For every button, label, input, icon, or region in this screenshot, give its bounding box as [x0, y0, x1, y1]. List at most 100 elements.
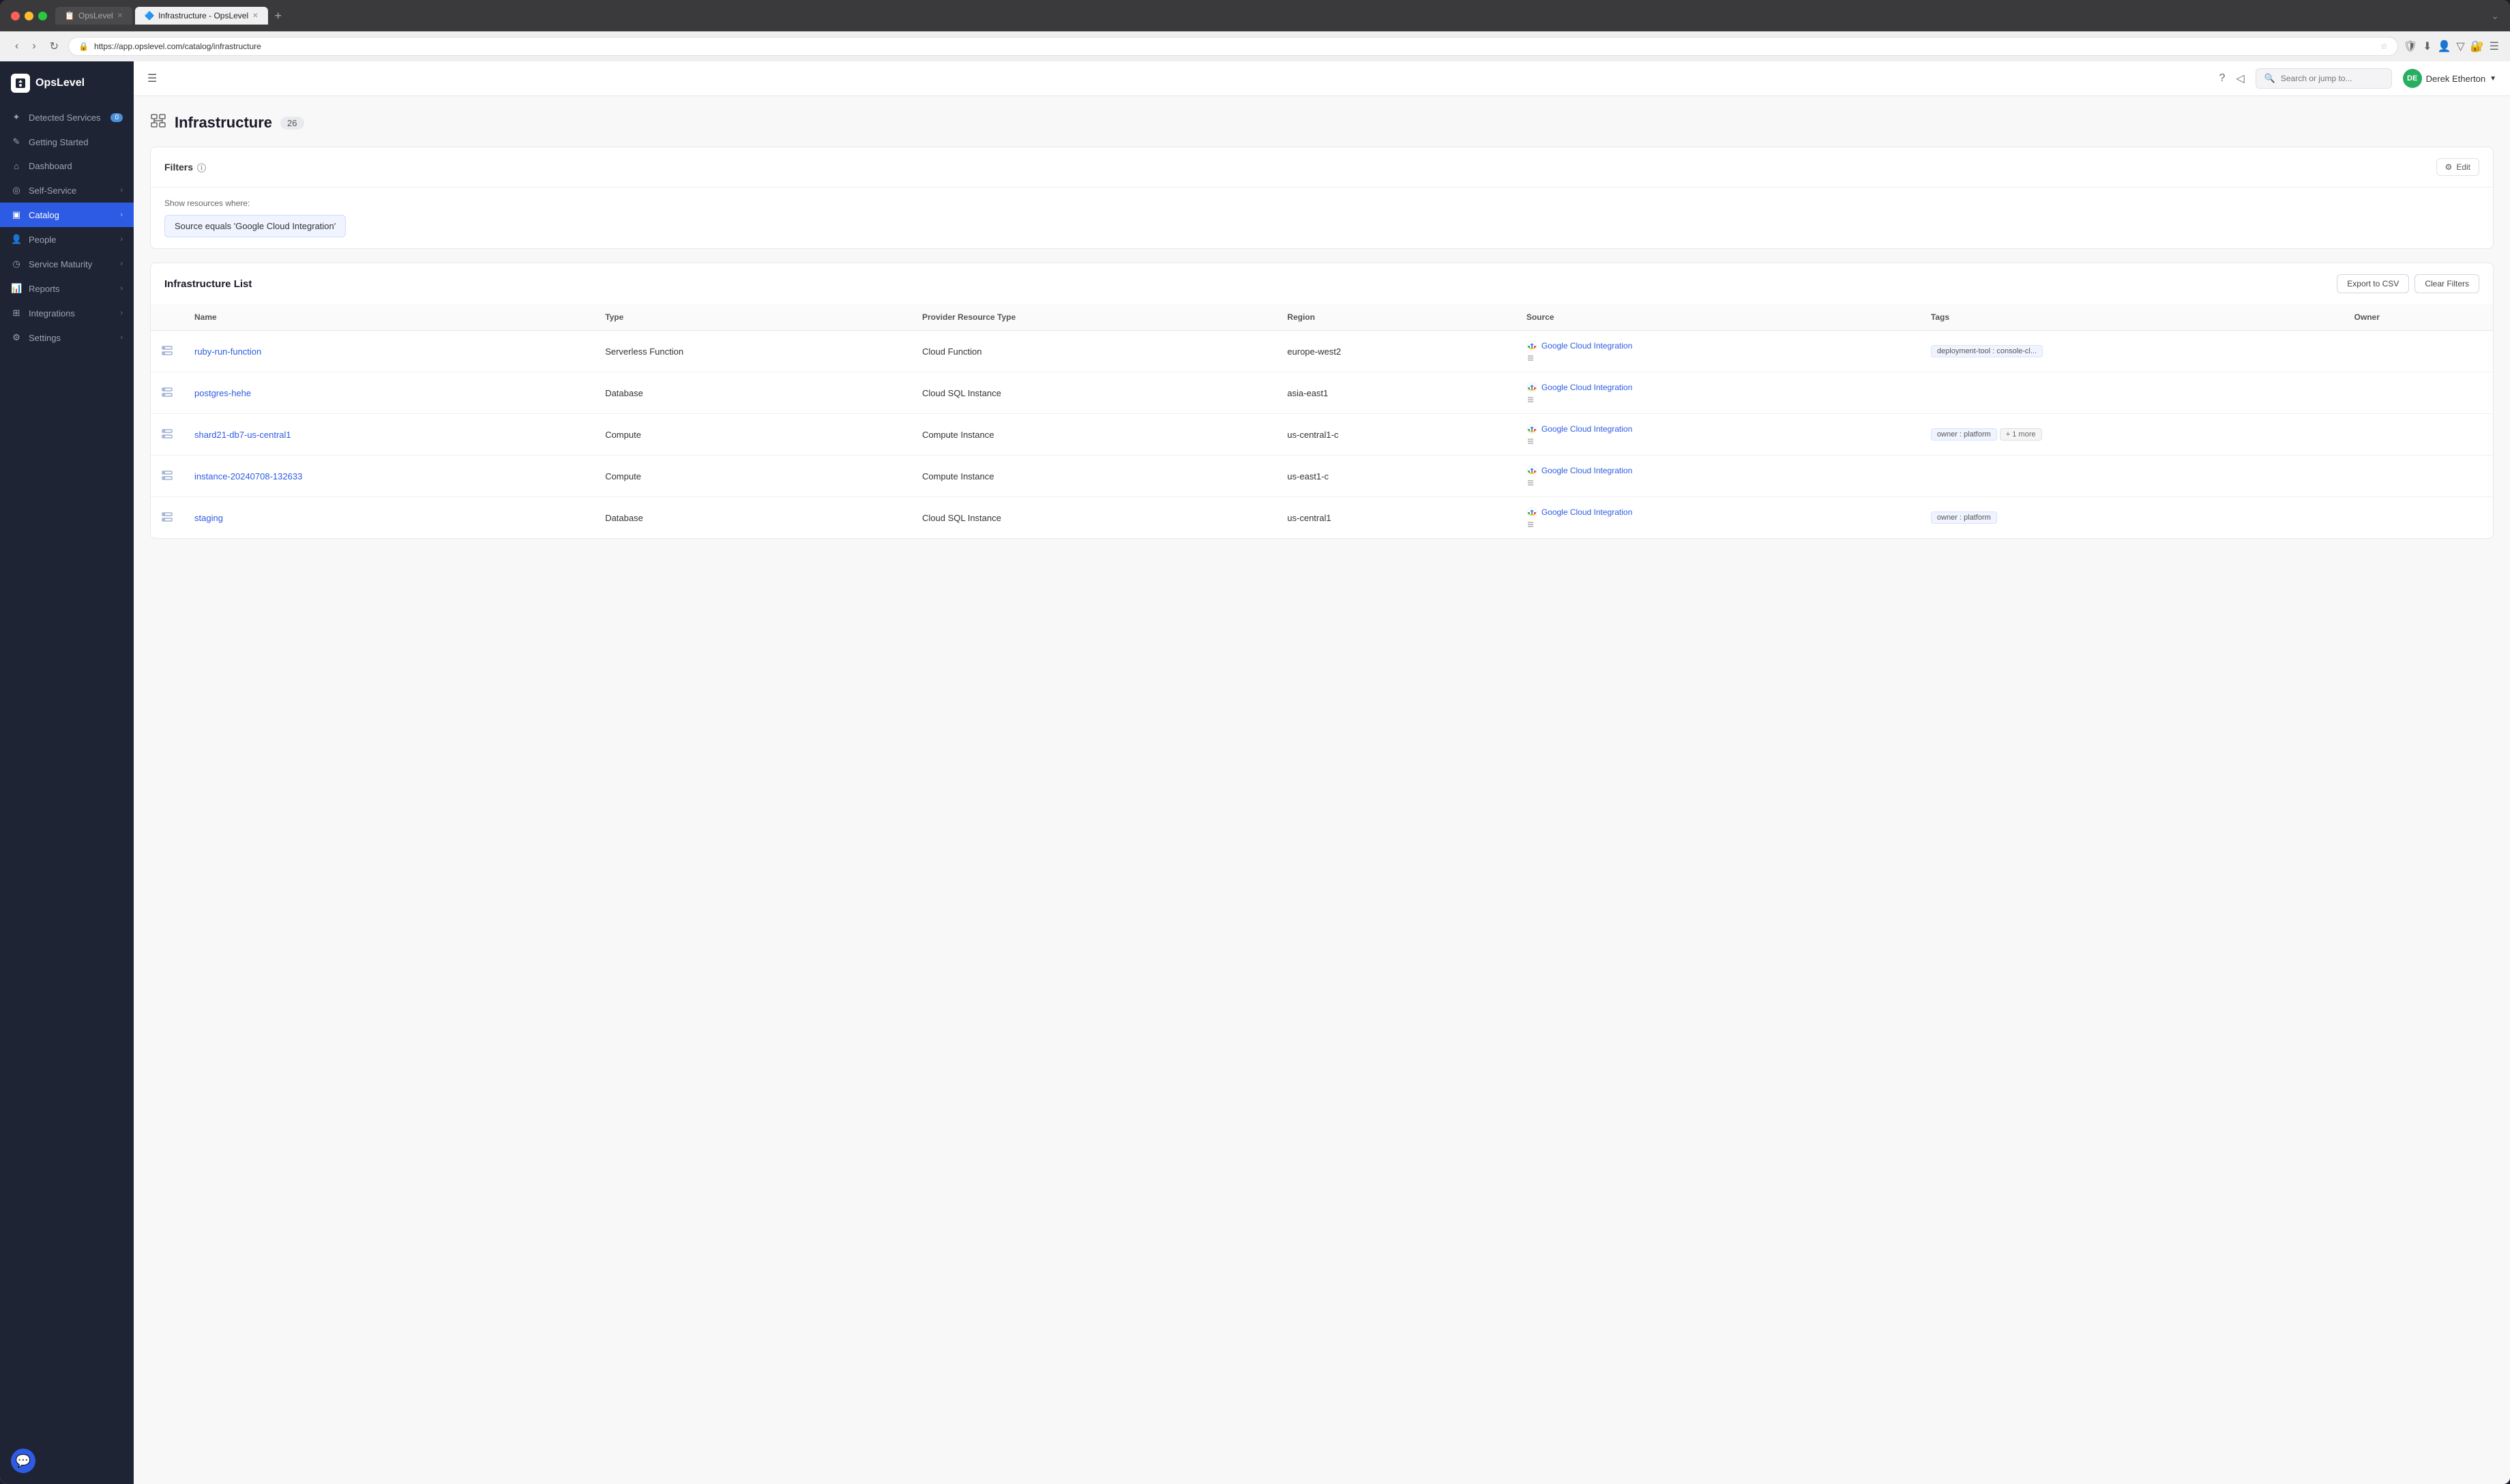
security2-icon: 🔐 — [2470, 40, 2484, 53]
filter-show-label: Show resources where: — [164, 198, 2479, 208]
sidebar-item-service-maturity[interactable]: ◷ Service Maturity › — [0, 252, 134, 276]
col-provider-resource-type: Provider Resource Type — [911, 304, 1276, 331]
sidebar-item-self-service[interactable]: ◎ Self-Service › — [0, 178, 134, 203]
chat-button[interactable]: 💬 — [11, 1449, 35, 1473]
edit-filters-button[interactable]: ⚙ Edit — [2436, 158, 2479, 176]
sidebar-item-reports[interactable]: 📊 Reports › — [0, 276, 134, 301]
source-sub — [1526, 354, 1909, 362]
info-icon: ⓘ — [197, 161, 206, 174]
hamburger-menu-icon[interactable]: ☰ — [147, 72, 157, 85]
cell-provider-resource-type: Cloud Function — [911, 331, 1276, 372]
col-type: Type — [594, 304, 911, 331]
resource-name-link[interactable]: ruby-run-function — [194, 346, 261, 357]
cell-name: postgres-hehe — [183, 372, 594, 414]
resource-name-link[interactable]: staging — [194, 513, 223, 523]
col-source: Source — [1516, 304, 1920, 331]
resource-name-link[interactable]: instance-20240708-132633 — [194, 471, 302, 481]
minimize-button[interactable] — [25, 12, 33, 20]
cell-provider-resource-type: Cloud SQL Instance — [911, 497, 1276, 539]
source-name-link[interactable]: Google Cloud Integration — [1526, 424, 1909, 434]
tag-pill: owner : platform — [1931, 428, 1997, 441]
sidebar-item-getting-started[interactable]: ✎ Getting Started — [0, 130, 134, 154]
cell-provider-resource-type: Cloud SQL Instance — [911, 372, 1276, 414]
sidebar-item-settings[interactable]: ⚙ Settings › — [0, 325, 134, 350]
page-count: 26 — [280, 117, 304, 130]
clear-filters-button[interactable]: Clear Filters — [2415, 274, 2479, 293]
cell-source: Google Cloud Integration — [1516, 414, 1920, 456]
page-title: Infrastructure — [175, 114, 272, 132]
top-bar: ☰ ? ◁ 🔍 DE Derek Etherton ▼ — [134, 61, 2510, 96]
menu-icon[interactable]: ☰ — [2490, 40, 2499, 53]
sidebar-item-detected-services[interactable]: ✦ Detected Services 0 — [0, 105, 134, 130]
sidebar-item-label: Reports — [29, 284, 113, 294]
filters-card: Filters ⓘ ⚙ Edit Show resources where: S… — [150, 147, 2494, 249]
source-sub — [1526, 520, 1909, 529]
tab-infrastructure[interactable]: 🔷 Infrastructure - OpsLevel ✕ — [135, 7, 267, 25]
sidebar-logo: OpsLevel — [0, 61, 134, 105]
tags-cell: owner : platform — [1931, 511, 2333, 524]
sidebar-item-dashboard[interactable]: ⌂ Dashboard — [0, 154, 134, 178]
source-name-link[interactable]: Google Cloud Integration — [1526, 507, 1909, 518]
maximize-button[interactable] — [38, 12, 47, 20]
bookmark-icon: ☆ — [2380, 42, 2388, 51]
gcp-icon — [1526, 424, 1537, 434]
tags-cell: owner : platform+ 1 more — [1931, 428, 2333, 441]
source-name-link[interactable]: Google Cloud Integration — [1526, 382, 1909, 393]
source-name-link[interactable]: Google Cloud Integration — [1526, 465, 1909, 476]
sidebar-item-label: Settings — [29, 333, 113, 343]
search-box[interactable]: 🔍 — [2256, 68, 2392, 89]
sidebar-item-label: Service Maturity — [29, 259, 113, 269]
list-icon — [1526, 520, 1535, 529]
cell-owner — [2344, 456, 2493, 497]
badge: 0 — [110, 113, 123, 122]
sidebar-item-people[interactable]: 👤 People › — [0, 227, 134, 252]
tab-close-active-icon[interactable]: ✕ — [252, 12, 258, 20]
source-name-link[interactable]: Google Cloud Integration — [1526, 340, 1909, 351]
sidebar-item-label: Catalog — [29, 210, 113, 220]
sidebar-item-catalog[interactable]: ▣ Catalog › — [0, 203, 134, 227]
help-icon[interactable]: ? — [2219, 72, 2225, 85]
export-csv-button[interactable]: Export to CSV — [2337, 274, 2409, 293]
resource-icon — [162, 430, 173, 441]
notifications-icon[interactable]: ◁ — [2236, 72, 2244, 85]
tab-close-icon[interactable]: ✕ — [117, 12, 123, 20]
people-icon: 👤 — [11, 234, 22, 245]
forward-button[interactable]: › — [28, 38, 40, 55]
search-icon: 🔍 — [2264, 73, 2275, 84]
source-cell: Google Cloud Integration — [1526, 382, 1909, 404]
chevron-right-icon: › — [120, 186, 123, 194]
list-icon — [1526, 437, 1535, 445]
cell-source: Google Cloud Integration — [1516, 372, 1920, 414]
close-button[interactable] — [11, 12, 20, 20]
row-resource-icon — [151, 414, 183, 456]
list-icon — [1526, 354, 1535, 362]
browser-titlebar: 📋 OpsLevel ✕ 🔷 Infrastructure - OpsLevel… — [0, 0, 2510, 31]
cell-owner — [2344, 414, 2493, 456]
cell-type: Database — [594, 497, 911, 539]
tab-opslevel[interactable]: 📋 OpsLevel ✕ — [55, 7, 132, 25]
shield-icon: 🛡 — [2404, 40, 2417, 53]
resource-name-link[interactable]: shard21-db7-us-central1 — [194, 430, 291, 440]
new-tab-button[interactable]: + — [271, 9, 286, 23]
search-input[interactable] — [2281, 74, 2387, 83]
gear-icon: ⚙ — [2445, 162, 2453, 172]
cell-tags — [1920, 456, 2344, 497]
resource-name-link[interactable]: postgres-hehe — [194, 388, 251, 398]
cell-type: Database — [594, 372, 911, 414]
filters-card-header: Filters ⓘ ⚙ Edit — [151, 147, 2493, 188]
col-owner: Owner — [2344, 304, 2493, 331]
cell-tags: owner : platform+ 1 more — [1920, 414, 2344, 456]
chevron-right-icon: › — [120, 235, 123, 243]
row-resource-icon — [151, 497, 183, 539]
source-sub — [1526, 437, 1909, 445]
sidebar: OpsLevel ✦ Detected Services 0 ✎ Getting… — [0, 61, 134, 1484]
user-menu[interactable]: DE Derek Etherton ▼ — [2403, 69, 2496, 88]
sidebar-item-label: People — [29, 235, 113, 245]
tag-more-button[interactable]: + 1 more — [2000, 428, 2042, 441]
address-bar[interactable]: 🔒 https://app.opslevel.com/catalog/infra… — [68, 37, 2398, 56]
refresh-button[interactable]: ↻ — [46, 37, 63, 56]
profile-icon: 👤 — [2438, 40, 2451, 53]
list-actions: Export to CSV Clear Filters — [2337, 274, 2479, 293]
back-button[interactable]: ‹ — [11, 38, 23, 55]
sidebar-item-integrations[interactable]: ⊞ Integrations › — [0, 301, 134, 325]
